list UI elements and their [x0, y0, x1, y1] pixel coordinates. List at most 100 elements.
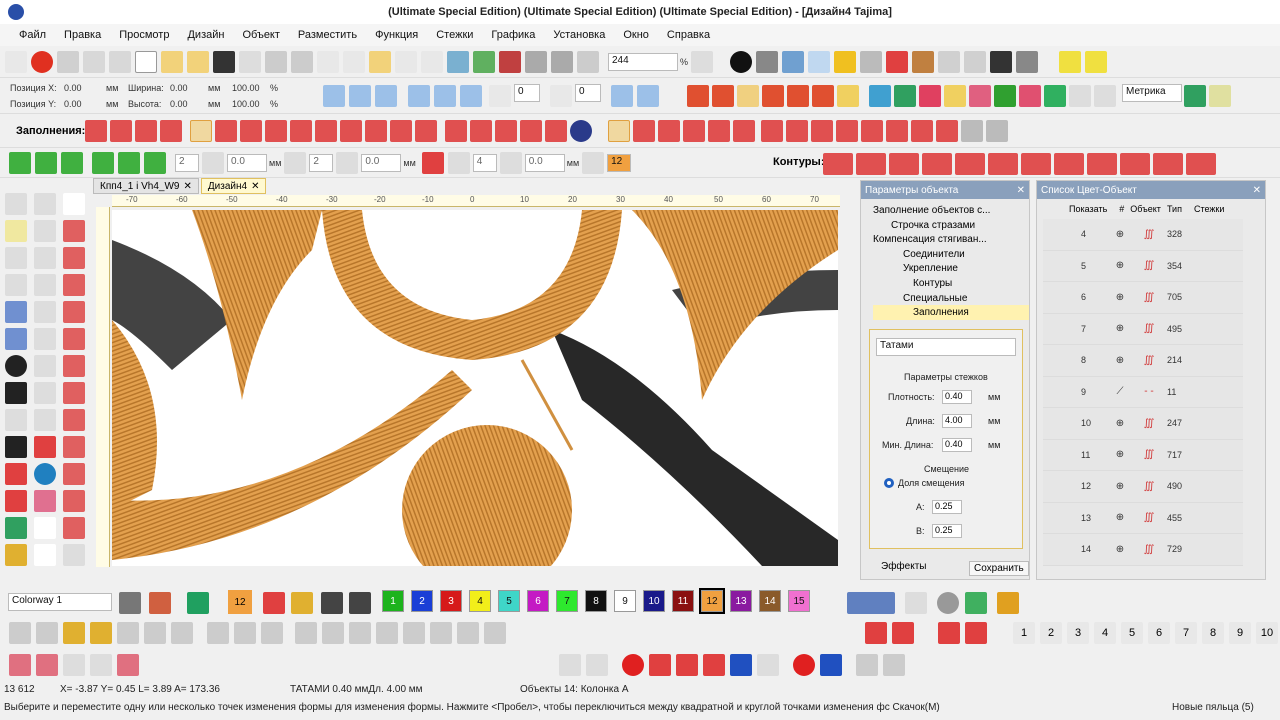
tool-icon[interactable]: [63, 463, 85, 485]
seq-button[interactable]: 2: [1040, 622, 1062, 644]
tool-icon[interactable]: [63, 544, 85, 566]
cube-icon[interactable]: [965, 592, 987, 614]
tool-icon[interactable]: [63, 328, 85, 350]
fill-pattern-icon[interactable]: [786, 120, 808, 142]
tool-icon[interactable]: [730, 654, 752, 676]
tool-icon[interactable]: [5, 490, 27, 512]
menu-help[interactable]: Справка: [658, 29, 719, 41]
tab-document-2[interactable]: Дизайн4 ✕: [200, 178, 267, 194]
people-icon[interactable]: [886, 50, 909, 73]
reshape-icon[interactable]: [5, 220, 27, 242]
spin-input[interactable]: 2: [309, 154, 334, 172]
tool-icon[interactable]: [63, 247, 85, 269]
image-icon[interactable]: [869, 85, 891, 107]
stitch-effect-icon[interactable]: [787, 85, 809, 107]
screen-icon[interactable]: [808, 50, 831, 73]
fill-pattern-icon[interactable]: [811, 120, 833, 142]
tool-icon[interactable]: [63, 436, 85, 458]
menu-file[interactable]: Файл: [10, 29, 55, 41]
polygon-icon[interactable]: [34, 328, 56, 350]
palette-swatch[interactable]: 3: [440, 590, 462, 612]
palette-swatch[interactable]: 15: [788, 590, 810, 612]
palette-swatch[interactable]: 8: [585, 590, 607, 612]
b-input[interactable]: 0.25: [932, 524, 962, 538]
fill-pattern-icon[interactable]: [545, 120, 567, 142]
send-icon[interactable]: [447, 50, 469, 73]
palette-swatch[interactable]: 5: [498, 590, 520, 612]
settings-icon[interactable]: [756, 50, 779, 73]
spin-icon[interactable]: [284, 152, 307, 174]
fill-pattern-icon[interactable]: [290, 120, 312, 142]
balloon-icon[interactable]: [57, 50, 79, 73]
align-right-icon[interactable]: [261, 622, 283, 644]
stitch-effect-icon[interactable]: [762, 85, 784, 107]
align-icon[interactable]: [408, 85, 430, 107]
select-box-icon[interactable]: [1059, 50, 1082, 73]
scale-x-value[interactable]: 100.00: [232, 83, 260, 93]
scissors-icon[interactable]: [676, 654, 698, 676]
sequence-icon[interactable]: [938, 50, 961, 73]
contour-pattern-icon[interactable]: [823, 153, 853, 175]
add-color-icon[interactable]: [321, 592, 343, 614]
leaf-icon[interactable]: [737, 85, 759, 107]
align-left-icon[interactable]: [207, 622, 229, 644]
fill-pattern-icon[interactable]: [340, 120, 362, 142]
palette-swatch[interactable]: 13: [730, 590, 752, 612]
density-input[interactable]: 0.40: [942, 390, 972, 404]
lasso-icon[interactable]: [34, 193, 56, 215]
stitch-effect-icon[interactable]: [712, 85, 734, 107]
palette-swatch[interactable]: 1: [382, 590, 404, 612]
tool-icon[interactable]: [63, 654, 85, 676]
design-canvas[interactable]: [112, 210, 838, 566]
list-item[interactable]: 14 ⊕ ∭ 729: [1043, 534, 1243, 566]
tool-icon[interactable]: [34, 463, 56, 485]
mirror-v-icon[interactable]: [349, 85, 371, 107]
align-top-icon[interactable]: [295, 622, 317, 644]
contour-pattern-icon[interactable]: [922, 153, 952, 175]
contour-pattern-icon[interactable]: [1153, 153, 1183, 175]
list-item[interactable]: 7 ⊕ ∭ 495: [1043, 314, 1243, 345]
close-icon[interactable]: ✕: [1253, 185, 1261, 196]
flower-icon[interactable]: [36, 654, 58, 676]
fill-bucket-icon[interactable]: [291, 592, 313, 614]
fill-pattern-icon[interactable]: [761, 120, 783, 142]
arrows-icon[interactable]: [61, 152, 83, 174]
open-recent-icon[interactable]: [187, 50, 209, 73]
machine-icon[interactable]: [473, 50, 495, 73]
spin-icon[interactable]: [447, 152, 470, 174]
save-icon[interactable]: [213, 50, 235, 73]
spin-input[interactable]: 0.0: [361, 154, 402, 172]
circle-icon[interactable]: [937, 592, 959, 614]
fill-pattern-icon[interactable]: [495, 120, 517, 142]
scale-y-value[interactable]: 100.00: [232, 99, 260, 109]
tool-icon[interactable]: [144, 622, 166, 644]
tshirt-icon[interactable]: [187, 592, 209, 614]
tools-icon[interactable]: [83, 50, 105, 73]
fill-type-select[interactable]: Татами: [876, 338, 1016, 356]
units-select[interactable]: Метрика: [1122, 84, 1182, 102]
save-as-icon[interactable]: [990, 50, 1013, 73]
new-file-icon[interactable]: [135, 50, 157, 73]
tree-item-selected[interactable]: Заполнения: [873, 305, 1029, 320]
fill-pattern-icon[interactable]: [415, 120, 437, 142]
show-button[interactable]: Показать: [1069, 204, 1107, 214]
fill-pattern-icon[interactable]: [936, 120, 958, 142]
motif-icon[interactable]: [969, 85, 991, 107]
select-arrow-icon[interactable]: [5, 193, 27, 215]
color-icon[interactable]: [499, 50, 521, 73]
list-icon[interactable]: [964, 50, 987, 73]
zoom-input[interactable]: 244: [608, 52, 678, 71]
list-item[interactable]: 11 ⊕ ∭ 717: [1043, 440, 1243, 471]
shapes-icon[interactable]: [919, 85, 941, 107]
palette-swatch[interactable]: 12: [699, 588, 725, 614]
cut-icon[interactable]: [317, 50, 339, 73]
grid-icon[interactable]: [860, 50, 883, 73]
circle-tool-icon[interactable]: [5, 355, 27, 377]
fill-pattern-icon[interactable]: [315, 120, 337, 142]
arrows-icon[interactable]: [35, 152, 57, 174]
close-icon[interactable]: ✕: [251, 181, 259, 192]
list-item[interactable]: 8 ⊕ ∭ 214: [1043, 345, 1243, 377]
spin-icon[interactable]: [582, 152, 605, 174]
lines-icon[interactable]: [986, 120, 1008, 142]
anchor-icon[interactable]: [559, 654, 581, 676]
